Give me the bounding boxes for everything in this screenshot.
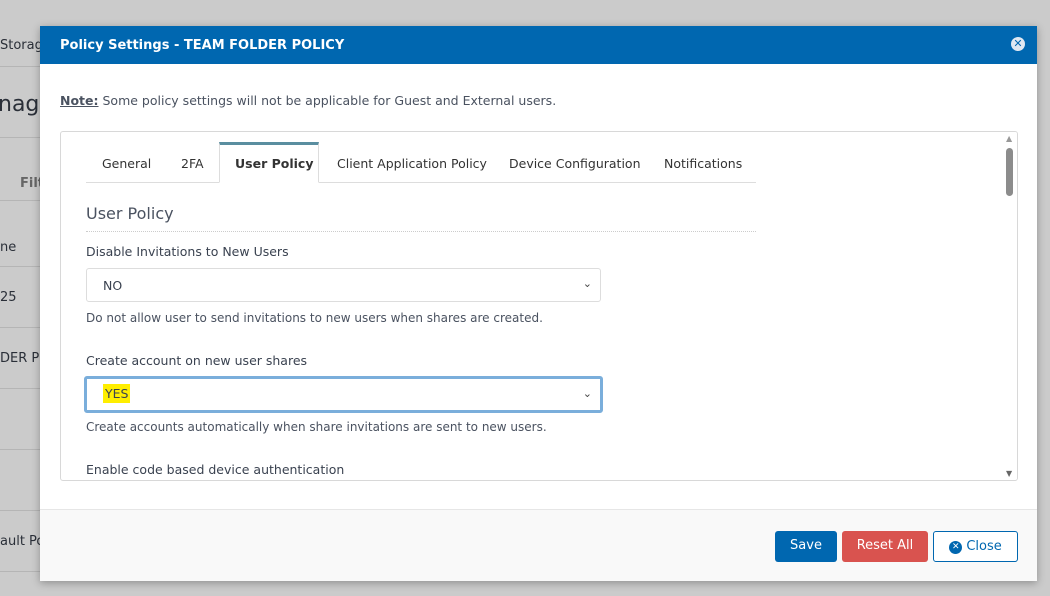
modal-header: Policy Settings - TEAM FOLDER POLICY ✕ bbox=[40, 26, 1037, 64]
note: Note: Some policy settings will not be a… bbox=[60, 93, 556, 108]
note-label: Note: bbox=[60, 93, 99, 108]
note-text: Some policy settings will not be applica… bbox=[98, 93, 557, 108]
divider bbox=[0, 137, 40, 138]
bg-row[interactable]: ault Po bbox=[0, 534, 44, 549]
tab-client-application-policy[interactable]: Client Application Policy bbox=[337, 142, 487, 183]
modal-footer: Save Reset All ✕ Close bbox=[40, 509, 1037, 581]
scrollbar[interactable]: ▲ ▼ bbox=[1003, 132, 1017, 480]
field-help: Do not allow user to send invitations to… bbox=[86, 311, 543, 325]
divider bbox=[0, 327, 40, 328]
tab-user-policy[interactable]: User Policy bbox=[219, 142, 319, 183]
bg-breadcrumb: Storag bbox=[0, 38, 43, 53]
bg-column-header: ne bbox=[0, 240, 17, 255]
policy-settings-modal: Policy Settings - TEAM FOLDER POLICY ✕ N… bbox=[40, 26, 1037, 581]
tab-device-configuration[interactable]: Device Configuration bbox=[509, 142, 641, 183]
divider bbox=[0, 510, 40, 511]
divider bbox=[0, 66, 40, 67]
select-value: YES bbox=[103, 384, 131, 403]
section-title: User Policy bbox=[86, 204, 756, 232]
field-label: Enable code based device authentication bbox=[86, 462, 345, 477]
bg-row[interactable]: 25 bbox=[0, 290, 17, 305]
chevron-down-icon: ⌄ bbox=[582, 277, 592, 290]
field-label: Create account on new user shares bbox=[86, 353, 308, 368]
modal-title: Policy Settings - TEAM FOLDER POLICY bbox=[60, 38, 345, 53]
close-label: Close bbox=[966, 539, 1002, 554]
close-circle-icon: ✕ bbox=[949, 541, 963, 554]
reset-all-button[interactable]: Reset All bbox=[842, 531, 928, 562]
divider bbox=[0, 388, 40, 389]
divider bbox=[0, 449, 40, 450]
save-button[interactable]: Save bbox=[775, 531, 837, 562]
field-label: Disable Invitations to New Users bbox=[86, 244, 289, 259]
tab-2fa[interactable]: 2FA bbox=[181, 142, 204, 183]
tab-general[interactable]: General bbox=[102, 142, 151, 183]
field-help: Create accounts automatically when share… bbox=[86, 420, 547, 434]
select-value: NO bbox=[103, 278, 123, 293]
divider bbox=[0, 200, 40, 201]
disable-invitations-select[interactable]: NO ⌄ bbox=[86, 268, 601, 302]
divider bbox=[0, 266, 40, 267]
settings-panel: General 2FA User Policy Client Applicati… bbox=[60, 131, 1018, 481]
tab-bar: General 2FA User Policy Client Applicati… bbox=[86, 142, 756, 183]
divider bbox=[0, 571, 40, 572]
close-icon[interactable]: ✕ bbox=[1011, 37, 1025, 51]
scrollbar-thumb[interactable] bbox=[1006, 148, 1013, 196]
create-account-select[interactable]: YES ⌄ bbox=[84, 376, 603, 413]
tab-notifications[interactable]: Notifications bbox=[664, 142, 742, 183]
close-button[interactable]: ✕ Close bbox=[933, 531, 1018, 562]
chevron-down-icon: ⌄ bbox=[582, 387, 592, 400]
bg-row[interactable]: DER P bbox=[0, 351, 39, 366]
